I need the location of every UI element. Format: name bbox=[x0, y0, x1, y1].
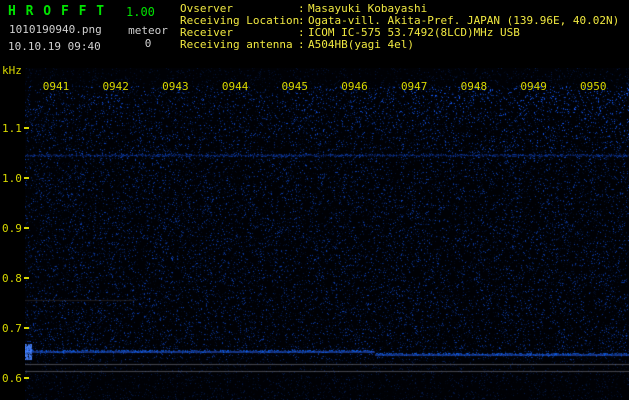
info-value: A504HB(yagi 4el) bbox=[308, 38, 414, 51]
info-separator: : bbox=[298, 39, 308, 51]
app-version: 1.00 bbox=[126, 5, 155, 19]
x-tick-label: 0947 bbox=[398, 80, 430, 93]
y-tick-label: 1.1 bbox=[2, 122, 22, 135]
y-tick-mark bbox=[24, 377, 29, 379]
info-label: Receiving antenna bbox=[180, 39, 298, 51]
info-row: Receiving antenna:A504HB(yagi 4el) bbox=[180, 39, 619, 51]
y-tick-label: 1.0 bbox=[2, 172, 22, 185]
x-tick-label: 0950 bbox=[577, 80, 609, 93]
x-tick-label: 0941 bbox=[40, 80, 72, 93]
y-tick-mark bbox=[24, 177, 29, 179]
y-axis-unit-label: kHz bbox=[2, 64, 22, 77]
x-tick-label: 0945 bbox=[279, 80, 311, 93]
hrofft-window: H R O F F T 1.00 1010190940.png meteor 0… bbox=[0, 0, 629, 400]
x-tick-label: 0949 bbox=[518, 80, 550, 93]
y-tick-mark bbox=[24, 127, 29, 129]
x-tick-label: 0948 bbox=[458, 80, 490, 93]
x-tick-label: 0946 bbox=[339, 80, 371, 93]
y-tick-label: 0.6 bbox=[2, 372, 22, 385]
x-tick-label: 0944 bbox=[219, 80, 251, 93]
y-tick-mark bbox=[24, 227, 29, 229]
meteor-counter-label: meteor bbox=[124, 24, 172, 37]
header-info: Ovserver:Masayuki KobayashiReceiving Loc… bbox=[180, 3, 619, 51]
y-tick-mark bbox=[24, 327, 29, 329]
y-tick-label: 0.8 bbox=[2, 272, 22, 285]
spectrogram-canvas bbox=[25, 68, 629, 400]
output-filename: 1010190940.png bbox=[9, 23, 102, 36]
x-tick-label: 0943 bbox=[159, 80, 191, 93]
y-tick-mark bbox=[24, 277, 29, 279]
y-tick-label: 0.9 bbox=[2, 222, 22, 235]
x-tick-label: 0942 bbox=[100, 80, 132, 93]
meteor-counter-value: 0 bbox=[124, 37, 172, 50]
app-title: H R O F F T bbox=[8, 4, 105, 19]
y-tick-label: 0.7 bbox=[2, 322, 22, 335]
datetime-stamp: 10.10.19 09:40 bbox=[8, 40, 101, 53]
